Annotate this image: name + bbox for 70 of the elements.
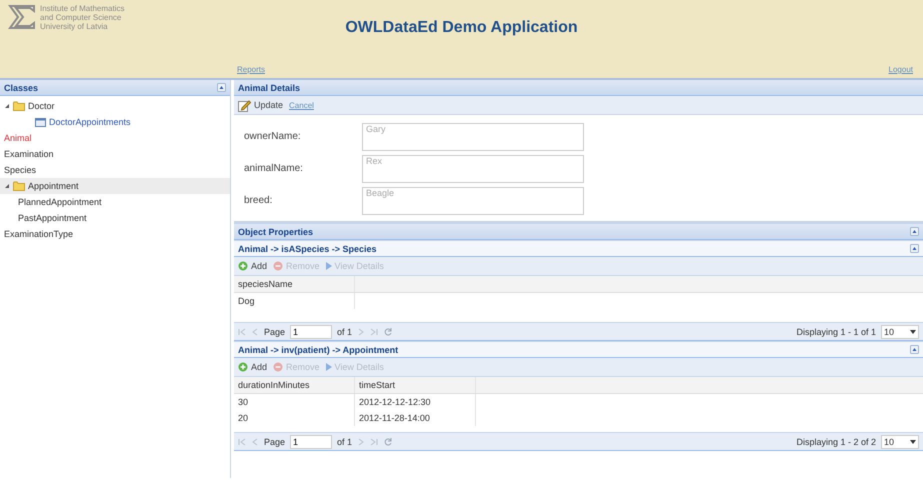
tree-item[interactable]: Appointment [28, 181, 79, 191]
app-title: OWLDataEd Demo Application [344, 19, 579, 37]
panel-title: Object Properties [238, 226, 314, 236]
folder-icon [13, 181, 25, 191]
last-page-icon[interactable] [370, 438, 378, 446]
table-cell: 2012-11-28-14:00 [355, 410, 476, 426]
column-header[interactable]: durationInMinutes [234, 377, 355, 393]
collapse-icon[interactable] [910, 345, 919, 354]
folder-icon [13, 101, 25, 111]
page-size-select[interactable]: 10 [881, 434, 919, 448]
next-page-icon[interactable] [357, 438, 366, 446]
field-label: ownerName: [244, 130, 302, 142]
institute-name: and Computer Science [40, 13, 122, 22]
collapse-icon[interactable] [910, 227, 919, 236]
update-button[interactable]: Update [238, 98, 284, 112]
display-count: Displaying 1 - 2 of 2 [796, 436, 876, 446]
page-count: of 1 [337, 326, 352, 336]
previous-page-icon[interactable] [251, 328, 259, 336]
next-page-icon[interactable] [357, 328, 366, 336]
field-label: breed: [244, 194, 274, 206]
page-label: Page [264, 326, 286, 336]
page-field[interactable]: 1 [290, 434, 332, 448]
field-label: animalName: [244, 162, 304, 174]
collapse-icon[interactable] [910, 244, 919, 253]
tree-item[interactable]: Species [4, 165, 36, 175]
expand-triangle-icon[interactable] [4, 103, 10, 109]
last-page-icon[interactable] [370, 328, 378, 336]
pencil-icon [238, 98, 251, 112]
tree-item[interactable]: Examination [4, 149, 54, 159]
page-field[interactable]: 1 [290, 324, 332, 338]
collapse-icon[interactable] [217, 83, 226, 92]
expand-triangle-icon[interactable] [4, 183, 10, 189]
page-label: Page [264, 436, 286, 446]
add-button[interactable]: Add [238, 362, 268, 372]
tree-item[interactable]: PastAppointment [18, 213, 87, 223]
display-count: Displaying 1 - 1 of 1 [796, 326, 876, 336]
add-button[interactable]: Add [238, 261, 268, 271]
previous-page-icon[interactable] [251, 438, 259, 446]
table-cell: Dog [234, 293, 355, 309]
first-page-icon[interactable] [238, 438, 246, 446]
column-header[interactable]: speciesName [234, 276, 355, 292]
tree-item[interactable]: ExaminationType [4, 229, 74, 239]
refresh-icon[interactable] [383, 436, 394, 446]
plus-icon [238, 261, 248, 271]
table-cell: 20 [234, 410, 355, 426]
tree-item[interactable]: DoctorAppointments [49, 117, 131, 127]
caret-icon [910, 330, 916, 334]
first-page-icon[interactable] [238, 328, 246, 336]
institute-name: Institute of Mathematics [40, 4, 124, 13]
section-title: Animal -> inv(patient) -> Appointment [238, 344, 398, 354]
minus-icon [273, 261, 284, 271]
caret-icon [910, 440, 916, 444]
arrow-right-icon [326, 262, 332, 270]
tree-row-highlight[interactable]: Appointment [0, 178, 230, 194]
panel-title: Animal Details [238, 82, 300, 92]
tree-item[interactable]: Doctor [28, 101, 55, 111]
sigma-logo-icon [8, 4, 36, 30]
institute-name: University of Latvia [40, 22, 109, 31]
column-header[interactable]: timeStart [355, 377, 476, 393]
section-title: Animal -> isASpecies -> Species [238, 244, 377, 254]
tree-item[interactable]: Animal [4, 133, 32, 143]
refresh-icon[interactable] [383, 326, 394, 336]
page-count: of 1 [337, 436, 352, 446]
panel-title: Classes [4, 82, 38, 92]
window-icon [35, 118, 46, 126]
minus-icon [273, 362, 284, 372]
page-size-select[interactable]: 10 [881, 324, 919, 338]
plus-icon [238, 362, 248, 372]
tree-item[interactable]: PlannedAppointment [18, 197, 102, 207]
arrow-right-icon [326, 363, 332, 371]
